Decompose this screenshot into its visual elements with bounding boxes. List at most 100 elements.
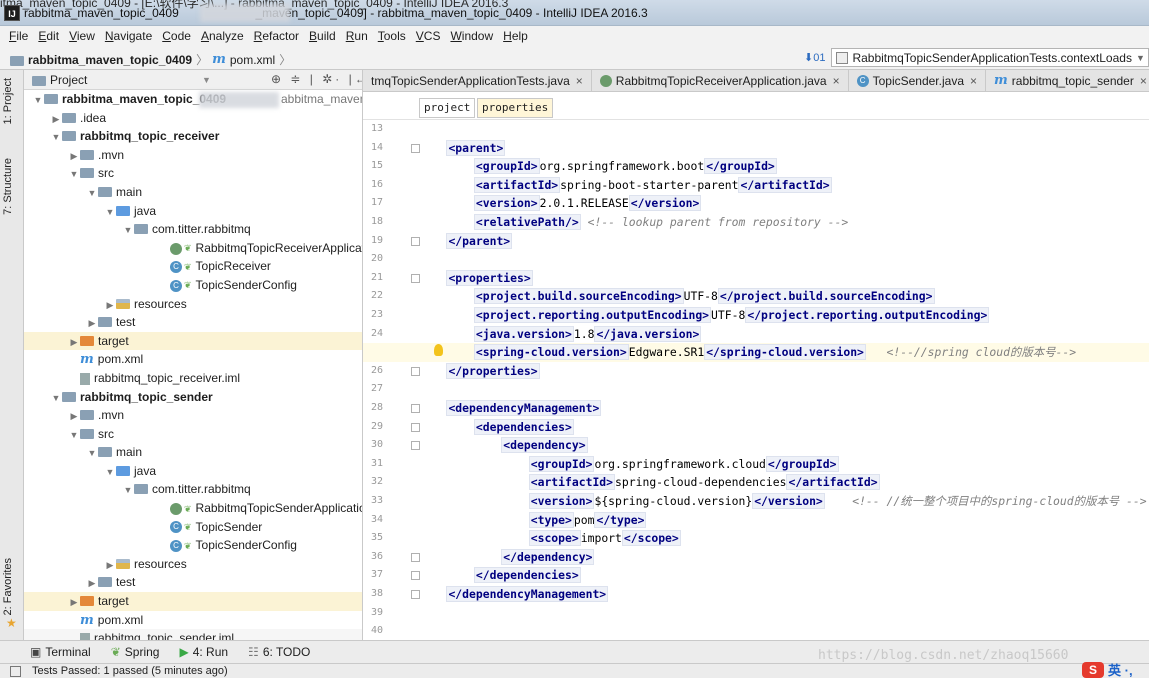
close-icon[interactable]: × (970, 70, 977, 91)
tool-spring[interactable]: ❦ Spring (111, 645, 160, 659)
menu-code[interactable]: Code (157, 26, 196, 46)
tree-item[interactable]: ▼rabbitma_maven_topic_0409abbitma_maven_ (24, 90, 362, 109)
close-icon[interactable]: × (576, 70, 583, 91)
tree-item[interactable]: ▼ src (24, 425, 362, 444)
project-panel-toolbar[interactable]: ⊕ ≑ | ✲· |← (271, 72, 362, 86)
run-icon: ▶ (179, 645, 189, 659)
status-toggle-icon[interactable] (10, 666, 21, 677)
menu-build[interactable]: Build (304, 26, 341, 46)
tool-tab-structure[interactable]: 7: Structure (2, 158, 14, 215)
expanded-arrow-icon[interactable]: ▼ (122, 221, 134, 240)
close-icon[interactable]: × (1140, 70, 1147, 91)
editor-tab-bar: tmqTopicSenderApplicationTests.java × Rabb… (363, 70, 1149, 92)
menu-run[interactable]: Run (341, 26, 373, 46)
tree-item[interactable]: ▼ main (24, 443, 362, 462)
tree-item[interactable]: ▶ target (24, 592, 362, 611)
code-area[interactable]: <parent> <groupId> org.springframework.bo… (363, 120, 1149, 640)
expanded-arrow-icon[interactable]: ▼ (86, 444, 98, 463)
nav-crumb-project[interactable]: rabbitma_maven_topic_0409 (28, 53, 192, 67)
tree-item[interactable]: ▶ test (24, 313, 362, 332)
tree-item[interactable]: ▼ com.titter.rabbitmq (24, 220, 362, 239)
run-config-label: RabbitmqTopicSenderApplicationTests.cont… (852, 50, 1132, 65)
menu-vcs[interactable]: VCS (411, 26, 446, 46)
menu-file[interactable]: File (4, 26, 33, 46)
tree-item[interactable]: ▼ rabbitmq_topic_sender (24, 388, 362, 407)
tree-item[interactable]: ▼ java (24, 202, 362, 221)
xml-tag: </version> (628, 195, 702, 212)
tree-item[interactable]: rabbitmq_topic_receiver.iml (24, 369, 362, 388)
collapsed-arrow-icon[interactable]: ▶ (86, 574, 98, 593)
expanded-arrow-icon[interactable]: ▼ (122, 481, 134, 500)
menu-edit[interactable]: Edit (33, 26, 64, 46)
expanded-arrow-icon[interactable]: ▼ (104, 203, 116, 222)
collapsed-arrow-icon[interactable]: ▶ (86, 314, 98, 333)
tree-item[interactable]: C ❦ TopicReceiver (24, 257, 362, 276)
collapsed-arrow-icon[interactable]: ▶ (68, 333, 80, 352)
menu-window[interactable]: Window (445, 26, 498, 46)
menu-analyze[interactable]: Analyze (196, 26, 249, 46)
tool-tab-favorites[interactable]: 2: Favorites (2, 558, 14, 615)
tree-item[interactable]: ▶ .idea (24, 109, 362, 128)
tree-item[interactable]: C ❦ TopicSenderConfig (24, 536, 362, 555)
tree-item[interactable]: ▶ .mvn (24, 406, 362, 425)
tool-run[interactable]: ▶ 4: Run (179, 645, 228, 659)
tree-item[interactable]: ▶ test (24, 573, 362, 592)
ime-indicator[interactable]: S 英 ·, (1082, 660, 1133, 678)
expanded-arrow-icon[interactable]: ▼ (50, 128, 62, 147)
code-line: <groupId> org.springframework.boot </group… (419, 157, 1149, 176)
collapsed-arrow-icon[interactable]: ▶ (68, 593, 80, 612)
tree-item[interactable]: ❦ RabbitmqTopicSenderApplication (24, 499, 362, 518)
editor-tab[interactable]: m rabbitmq_topic_sender × (986, 70, 1149, 91)
collapsed-arrow-icon[interactable]: ▶ (50, 110, 62, 129)
tree-item[interactable]: m pom.xml (24, 350, 362, 369)
tree-item[interactable]: ▼ src (24, 164, 362, 183)
code-editor[interactable]: project properties 13 14 15 16 17 18 19 20 21 22 2… (363, 92, 1149, 640)
editor-tab[interactable]: C TopicSender.java × (849, 70, 987, 91)
expanded-arrow-icon[interactable]: ▼ (50, 389, 62, 408)
tree-item[interactable]: ▼ com.titter.rabbitmq (24, 480, 362, 499)
menu-tools[interactable]: Tools (373, 26, 411, 46)
project-view-selector[interactable]: Project (50, 73, 87, 87)
menu-navigate[interactable]: Navigate (100, 26, 157, 46)
dropdown-arrow-icon[interactable]: ▼ (202, 75, 211, 85)
tool-tab-project[interactable]: 1: Project (2, 78, 14, 124)
tree-item[interactable]: ▼ main (24, 183, 362, 202)
xml-crumb-project[interactable]: project (419, 98, 476, 118)
build-icon[interactable]: ⬇01 (804, 51, 825, 64)
expanded-arrow-icon[interactable]: ▼ (68, 426, 80, 445)
tree-item[interactable]: rabbitmq_topic_sender.iml (24, 629, 362, 640)
menu-view[interactable]: View (64, 26, 100, 46)
tree-item-label: TopicReceiver (195, 259, 271, 274)
tool-terminal[interactable]: ▣ Terminal (30, 645, 91, 659)
editor-tab[interactable]: RabbitmqTopicReceiverApplication.java × (592, 70, 849, 91)
expanded-arrow-icon[interactable]: ▼ (68, 165, 80, 184)
tree-item[interactable]: ▼ java (24, 462, 362, 481)
tree-item[interactable]: ❦ RabbitmqTopicReceiverApplication (24, 239, 362, 258)
close-icon[interactable]: × (833, 70, 840, 91)
tree-item[interactable]: ▶ resources (24, 555, 362, 574)
tree-item[interactable]: C ❦ TopicSenderConfig (24, 276, 362, 295)
run-config-dropdown[interactable]: RabbitmqTopicSenderApplicationTests.cont… (831, 48, 1149, 67)
xml-tag: <properties> (446, 269, 533, 286)
menu-help[interactable]: Help (498, 26, 533, 46)
collapsed-arrow-icon[interactable]: ▶ (68, 407, 80, 426)
xml-comment: <!--//spring cloud的版本号--> (865, 345, 1077, 360)
collapsed-arrow-icon[interactable]: ▶ (104, 296, 116, 315)
tree-item[interactable]: ▼ rabbitmq_topic_receiver (24, 127, 362, 146)
menu-refactor[interactable]: Refactor (249, 26, 304, 46)
expanded-arrow-icon[interactable]: ▼ (86, 184, 98, 203)
xml-crumb-properties[interactable]: properties (477, 98, 554, 118)
tree-item[interactable]: ▶ target (24, 331, 362, 352)
expanded-arrow-icon[interactable]: ▼ (32, 91, 44, 110)
intention-bulb-icon[interactable] (434, 344, 443, 356)
collapsed-arrow-icon[interactable]: ▶ (68, 147, 80, 166)
nav-crumb-file[interactable]: pom.xml (230, 53, 275, 67)
tree-item[interactable]: ▶ .mvn (24, 146, 362, 165)
expanded-arrow-icon[interactable]: ▼ (104, 463, 116, 482)
tree-item[interactable]: ▶ resources (24, 295, 362, 314)
tool-todo[interactable]: ☷ 6: TODO (248, 645, 310, 659)
editor-tab[interactable]: tmqTopicSenderApplicationTests.java × (363, 70, 592, 91)
tree-item[interactable]: m pom.xml (24, 611, 362, 630)
collapsed-arrow-icon[interactable]: ▶ (104, 556, 116, 575)
tree-item[interactable]: C ❦ TopicSender (24, 518, 362, 537)
